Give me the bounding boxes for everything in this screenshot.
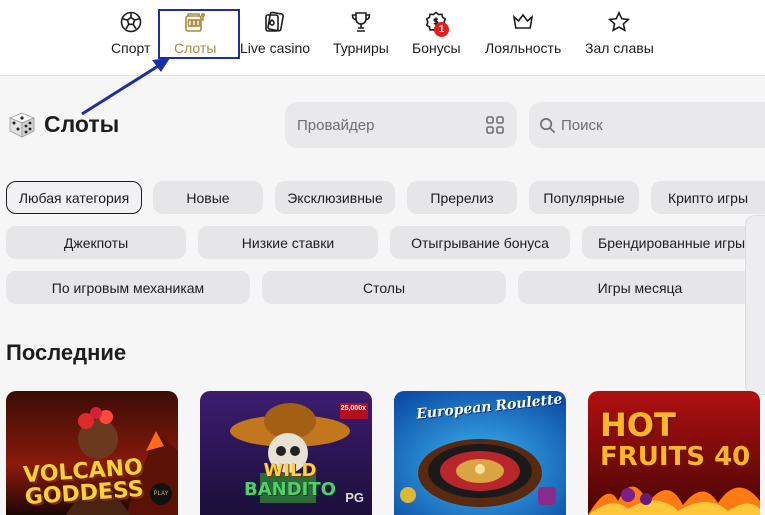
game-tile-volcano-goddess[interactable]: VOLCANO GODDESS PLAY <box>6 391 178 515</box>
category-chip-branded[interactable]: Брендированные игры <box>582 226 765 259</box>
nav-label: Спорт <box>111 40 151 56</box>
crown-icon <box>512 13 534 29</box>
search-placeholder: Поиск <box>561 116 603 134</box>
category-chip-popular[interactable]: Популярные <box>529 181 639 214</box>
category-chip-game-of-month[interactable]: Игры месяца <box>518 271 762 304</box>
category-chip-any[interactable]: Любая категория <box>6 181 142 214</box>
soccer-ball-icon <box>120 11 141 33</box>
category-chip-prerelease[interactable]: Пререлиз <box>407 181 517 214</box>
game-title: HOT FRUITS 40 <box>600 409 750 473</box>
nav-item-hall-of-fame[interactable]: Зал славы <box>585 10 654 56</box>
category-chip-bonus-wagering[interactable]: Отыгрывание бонуса <box>390 226 570 259</box>
provider-badge: PG <box>345 490 364 505</box>
page-header: Слоты <box>6 108 119 140</box>
trophy-icon <box>351 12 371 32</box>
provider-placeholder: Провайдер <box>297 116 375 134</box>
game-title-line: BANDITO <box>244 479 336 500</box>
annotation-highlight-box <box>158 9 240 59</box>
category-chip-crypto[interactable]: Крипто игры <box>651 181 765 214</box>
game-tile-european-roulette[interactable]: European Roulette <box>394 391 566 515</box>
nav-label: Бонусы <box>412 40 461 56</box>
grid-icon <box>486 116 504 134</box>
game-title: WILD BANDITO <box>244 461 336 499</box>
category-chip-new[interactable]: Новые <box>153 181 263 214</box>
top-navigation: Спорт Слоты Live casino Турниры 1 Бонусы… <box>0 0 765 76</box>
provider-select[interactable]: Провайдер <box>285 102 517 148</box>
category-chip-low-stakes[interactable]: Низкие ставки <box>198 226 378 259</box>
nav-item-bonuses[interactable]: 1 Бонусы <box>412 10 461 56</box>
search-input[interactable]: Поиск <box>529 102 765 148</box>
side-panel-edge[interactable] <box>745 215 765 395</box>
live-casino-icon <box>265 11 284 32</box>
dice-icon <box>8 112 36 138</box>
nav-label: Зал славы <box>585 40 654 56</box>
game-tile-hot-fruits-40[interactable]: HOT FRUITS 40 <box>588 391 760 515</box>
nav-item-sport[interactable]: Спорт <box>111 10 150 56</box>
game-tile-wild-bandito[interactable]: 25,000x WILD BANDITO PG <box>200 391 372 515</box>
star-icon <box>608 10 631 32</box>
category-chip-jackpots[interactable]: Джекпоты <box>6 226 186 259</box>
game-title: VOLCANO GODDESS <box>22 455 145 510</box>
category-chip-exclusive[interactable]: Эксклюзивные <box>275 181 395 214</box>
game-title-line: WILD <box>263 460 317 481</box>
page-title: Слоты <box>44 110 120 137</box>
game-title-line: FRUITS 40 <box>600 442 751 472</box>
nav-item-loyalty[interactable]: Лояльность <box>485 10 561 56</box>
nav-item-tournaments[interactable]: Турниры <box>333 10 389 56</box>
category-chip-mechanics[interactable]: По игровым механикам <box>6 271 250 304</box>
provider-badge: PLAY <box>150 483 172 505</box>
section-title-recent: Последние <box>6 340 127 365</box>
nav-label: Турниры <box>333 40 389 56</box>
nav-label: Лояльность <box>485 40 562 56</box>
nav-item-live-casino[interactable]: Live casino <box>240 10 310 56</box>
game-title-line: HOT <box>600 406 676 444</box>
nav-label: Live casino <box>240 40 311 56</box>
category-chip-tables[interactable]: Столы <box>262 271 506 304</box>
notification-badge: 1 <box>434 22 449 37</box>
search-icon <box>540 117 556 133</box>
prize-label: 25,000x <box>340 405 366 412</box>
